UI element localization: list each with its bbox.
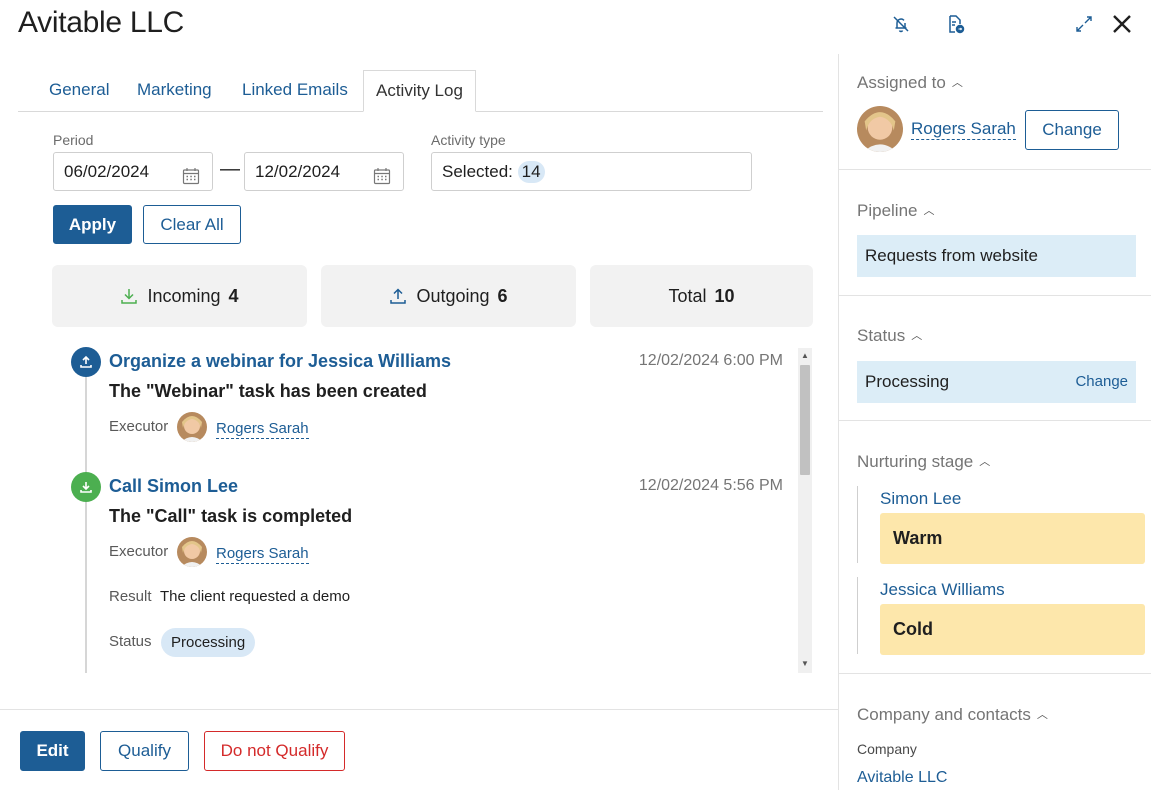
nurturing-section-toggle[interactable]: Nurturing stage ︿ [857, 452, 990, 472]
tab-linked-emails[interactable]: Linked Emails [242, 70, 348, 112]
activity-time: 12/02/2024 5:56 PM [638, 477, 783, 494]
pipeline-title: Pipeline [857, 201, 918, 220]
upload-icon [71, 347, 101, 377]
calendar-icon[interactable] [181, 162, 201, 199]
timeline-line [85, 365, 87, 673]
nurturing-contact-link[interactable]: Jessica Williams [880, 580, 1005, 600]
avatar [177, 412, 207, 442]
status-section-toggle[interactable]: Status ︿ [857, 326, 922, 346]
incoming-label: Incoming [147, 285, 221, 306]
incoming-filter[interactable]: Incoming 4 [52, 265, 307, 327]
assigned-title: Assigned to [857, 73, 946, 92]
section-divider [839, 673, 1151, 674]
activity-time: 12/02/2024 6:00 PM [638, 352, 783, 369]
outgoing-filter[interactable]: Outgoing 6 [321, 265, 576, 327]
avatar [857, 106, 903, 152]
bell-off-icon[interactable] [889, 12, 913, 36]
status-box: Processing Change [857, 361, 1136, 403]
outgoing-count: 6 [497, 285, 508, 306]
nurturing-title: Nurturing stage [857, 452, 974, 471]
scroll-thumb[interactable] [800, 365, 810, 475]
activity-type-prefix: Selected: [442, 162, 513, 181]
executor-label: Executor [109, 543, 169, 560]
sidebar-divider [838, 54, 839, 790]
result-value: The client requested a demo [160, 588, 351, 605]
chevron-up-icon: ︿ [923, 205, 935, 217]
chevron-up-icon: ︿ [951, 77, 963, 89]
status-badge: Processing [161, 628, 256, 657]
change-status-link[interactable]: Change [1075, 361, 1128, 403]
tab-activity-log[interactable]: Activity Log [363, 70, 476, 112]
nurturing-stage-badge: Warm [880, 513, 1145, 564]
edit-button[interactable]: Edit [20, 731, 85, 771]
date-to-value: 12/02/2024 [255, 162, 341, 181]
do-not-qualify-button[interactable]: Do not Qualify [204, 731, 345, 771]
activity-title[interactable]: Call Simon Lee [109, 476, 238, 497]
chevron-up-icon: ︿ [911, 330, 923, 342]
date-range-separator: — [220, 158, 240, 180]
assigned-user-link[interactable]: Rogers Sarah [911, 119, 1016, 140]
pipeline-value: Requests from website [857, 235, 1136, 277]
company-section-toggle[interactable]: Company and contacts ︿ [857, 705, 1048, 725]
document-export-icon[interactable] [943, 12, 967, 36]
avatar [177, 537, 207, 567]
activity-title[interactable]: Organize a webinar for Jessica Williams [109, 351, 451, 372]
result-label: Result [109, 588, 152, 605]
chevron-up-icon: ︿ [979, 456, 991, 468]
section-divider [839, 295, 1151, 296]
status-title: Status [857, 326, 906, 345]
status-value: Processing [865, 372, 950, 391]
section-divider [839, 169, 1151, 170]
section-divider [839, 420, 1151, 421]
scrollbar[interactable]: ▲ ▼ [798, 348, 812, 673]
activity-description: The "Call" task is completed [109, 506, 353, 526]
expand-icon[interactable] [1072, 12, 1096, 36]
activity-description: The "Webinar" task has been created [109, 381, 427, 401]
status-label: Status [109, 633, 152, 650]
assigned-section-toggle[interactable]: Assigned to ︿ [857, 73, 963, 93]
incoming-count: 4 [228, 285, 239, 306]
executor-label: Executor [109, 418, 169, 435]
nurturing-contact-link[interactable]: Simon Lee [880, 489, 961, 509]
page-title: Avitable LLC [18, 6, 184, 39]
executor-link[interactable]: Rogers Sarah [216, 420, 309, 439]
company-link[interactable]: Avitable LLC [857, 769, 947, 787]
total-filter[interactable]: Total 10 [590, 265, 813, 327]
activity-type-select[interactable]: Selected: 14 [431, 152, 752, 191]
company-title: Company and contacts [857, 705, 1031, 724]
tab-general[interactable]: General [49, 70, 109, 112]
activity-type-count: 14 [517, 161, 545, 183]
period-label: Period [53, 132, 94, 148]
company-label: Company [857, 741, 917, 757]
stage-group-line [857, 486, 858, 563]
download-icon [121, 289, 138, 304]
total-label: Total [668, 285, 707, 306]
total-count: 10 [714, 285, 735, 306]
upload-icon [390, 288, 407, 304]
outgoing-label: Outgoing [416, 285, 490, 306]
nurturing-stage-badge: Cold [880, 604, 1145, 655]
clear-all-button[interactable]: Clear All [143, 205, 241, 244]
stage-group-line [857, 577, 858, 654]
tab-marketing[interactable]: Marketing [137, 70, 212, 112]
pipeline-section-toggle[interactable]: Pipeline ︿ [857, 201, 935, 221]
executor-link[interactable]: Rogers Sarah [216, 545, 309, 564]
date-to-field[interactable]: 12/02/2024 [244, 152, 404, 191]
activity-type-label: Activity type [431, 132, 506, 148]
change-assignee-button[interactable]: Change [1025, 110, 1119, 150]
download-icon [71, 472, 101, 502]
chevron-up-icon: ︿ [1036, 709, 1048, 721]
calendar-icon[interactable] [372, 162, 392, 199]
qualify-button[interactable]: Qualify [100, 731, 189, 771]
tab-bar: General Marketing Linked Emails Activity… [18, 70, 823, 112]
scroll-up-icon[interactable]: ▲ [801, 352, 809, 360]
close-icon[interactable] [1110, 12, 1134, 36]
scroll-down-icon[interactable]: ▼ [801, 660, 809, 668]
date-from-field[interactable]: 06/02/2024 [53, 152, 213, 191]
date-from-value: 06/02/2024 [64, 162, 150, 181]
footer-divider [0, 709, 838, 710]
apply-button[interactable]: Apply [53, 205, 132, 244]
